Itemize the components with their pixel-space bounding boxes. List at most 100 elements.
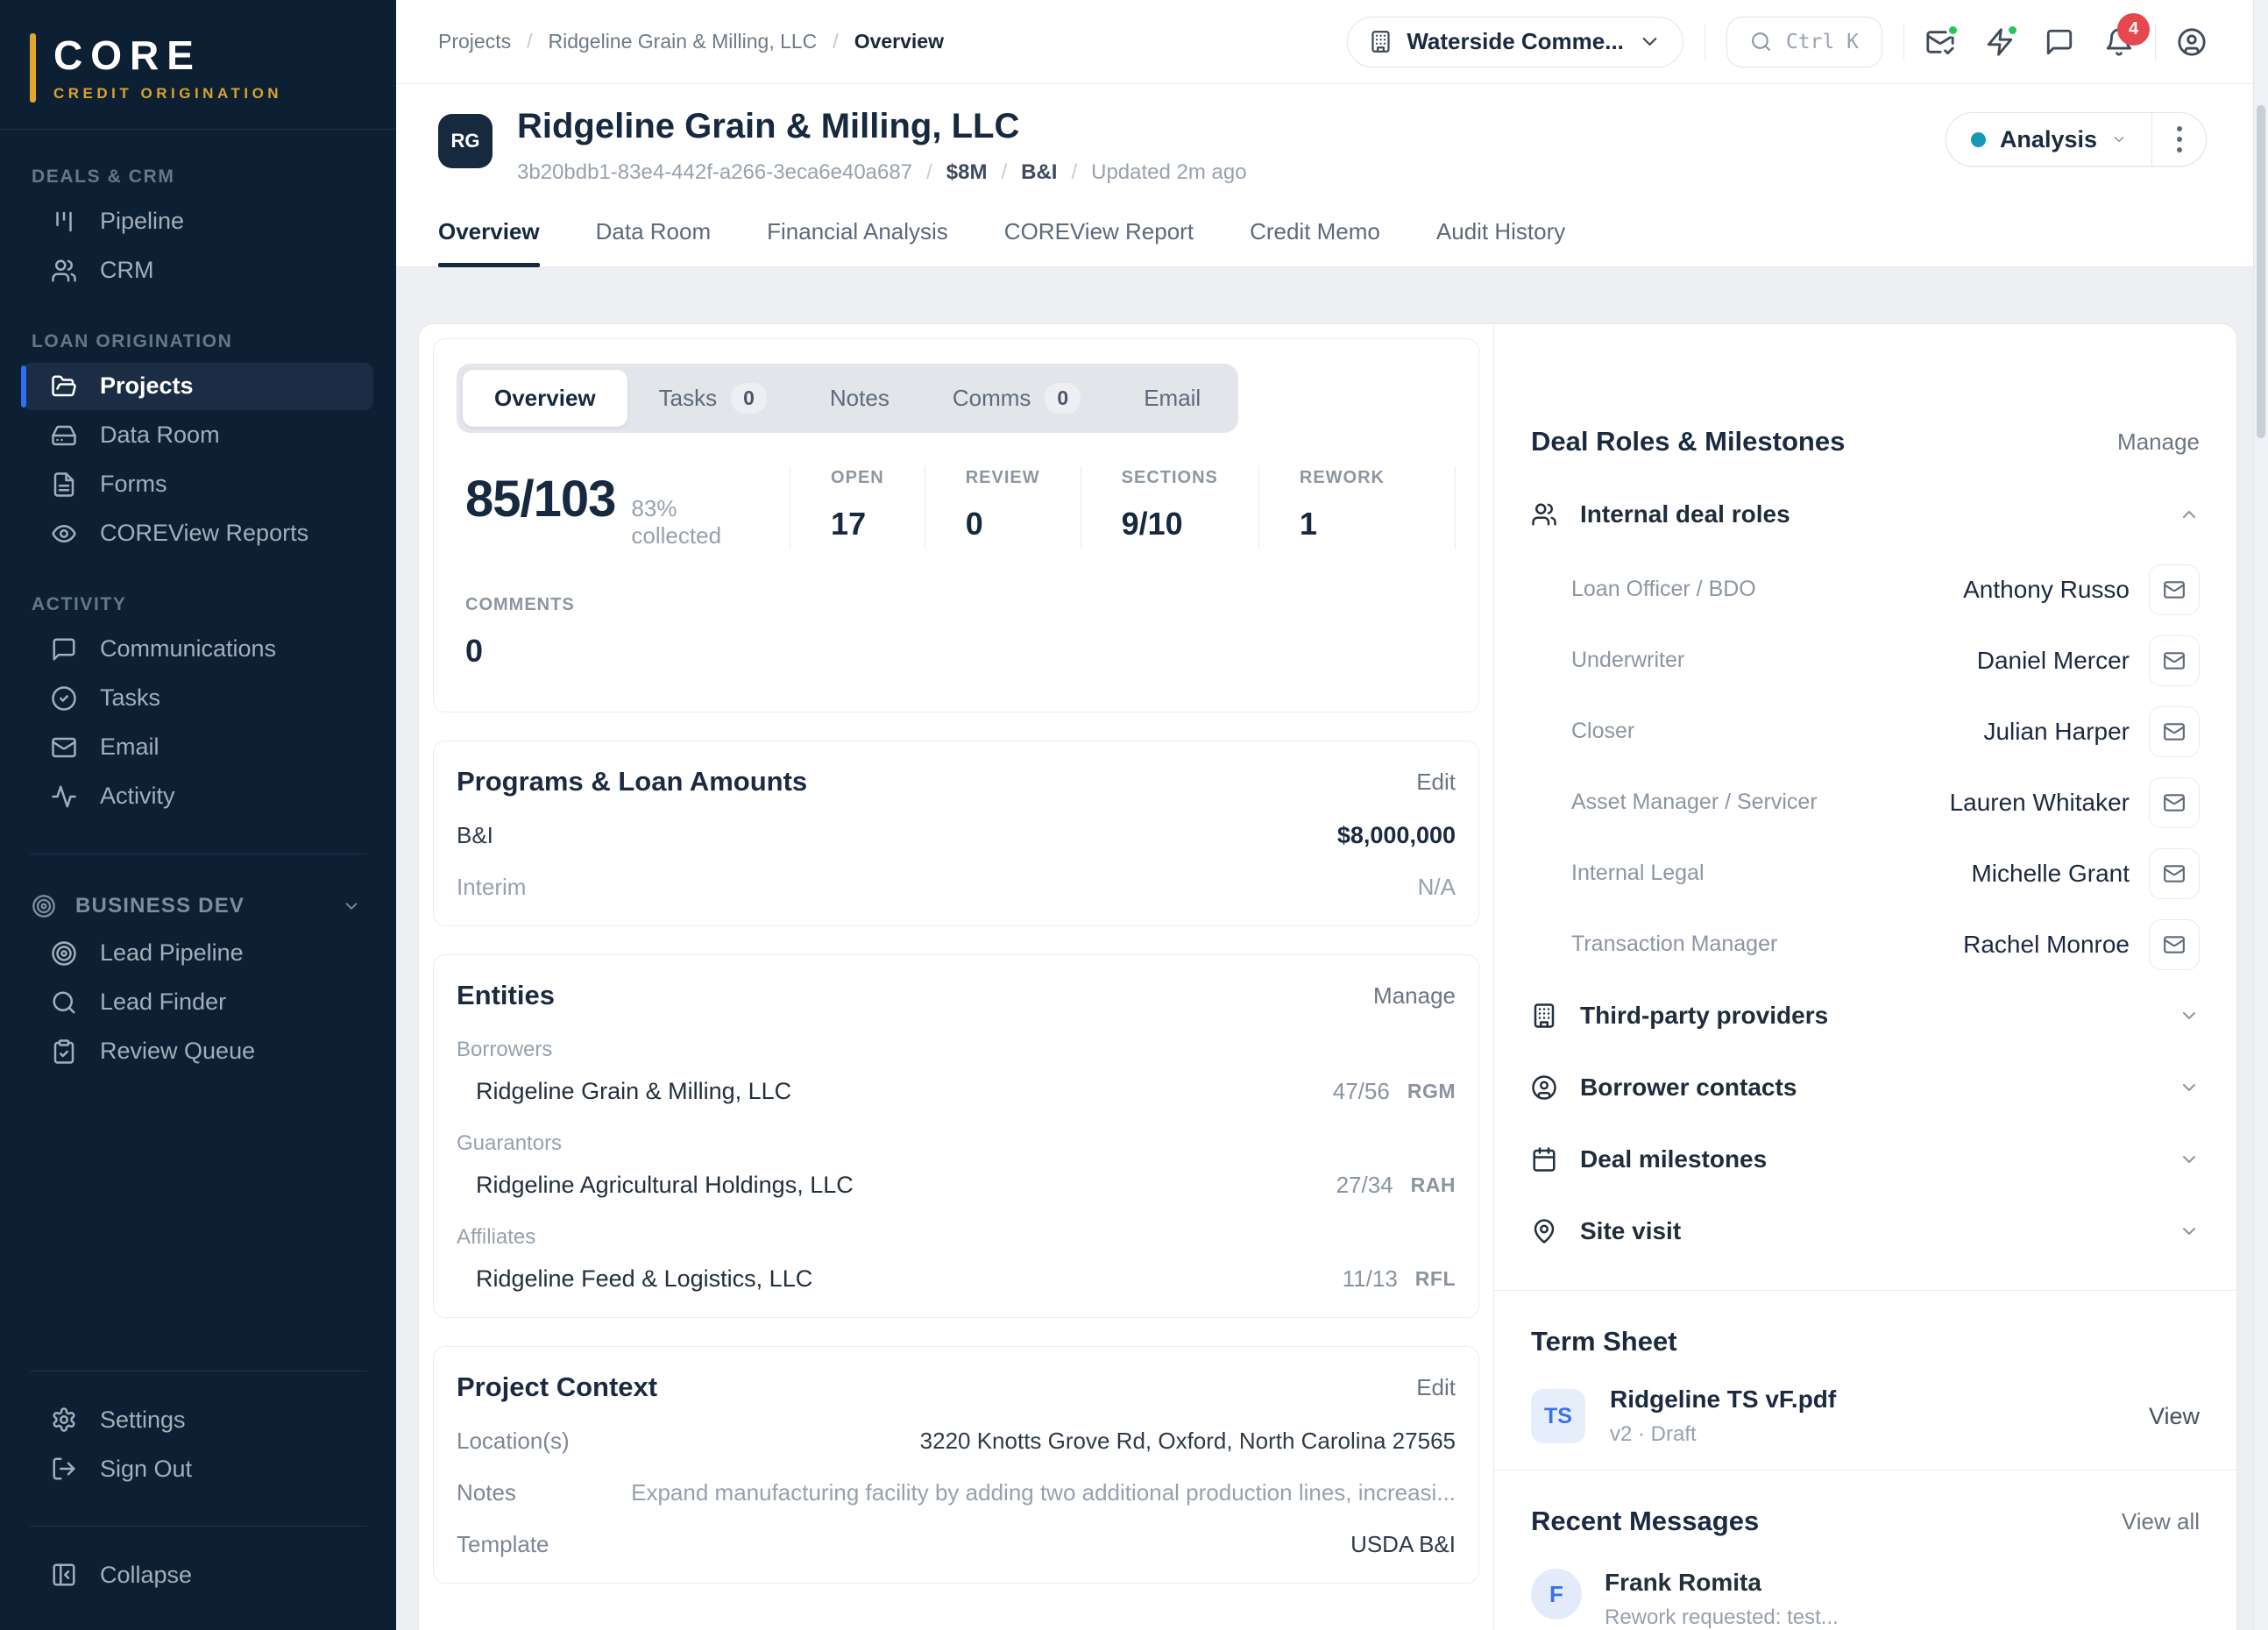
internal-deal-roles-toggle[interactable]: Internal deal roles [1531,478,2200,550]
mail-icon [2163,862,2186,885]
edit-context-link[interactable]: Edit [1416,1374,1456,1401]
sidebar-item-label: Pipeline [100,208,184,235]
context-label: Notes [457,1479,516,1506]
status-label: Analysis [2000,126,2097,153]
org-switcher[interactable]: Waterside Comme... [1347,17,1683,67]
role-label: Loan Officer / BDO [1531,577,1756,602]
tab-credit-memo[interactable]: Credit Memo [1250,218,1380,266]
tab-coreview-report[interactable]: COREView Report [1004,218,1194,266]
chat-button[interactable] [2045,27,2074,57]
project-program: B&I [1021,160,1057,185]
scrollbar-thumb[interactable] [2257,105,2265,438]
entity-doc-count: 47/56 [1333,1078,1390,1105]
page-scrollbar[interactable] [2253,0,2268,1630]
email-role-button[interactable] [2149,706,2200,757]
breadcrumb-project-name[interactable]: Ridgeline Grain & Milling, LLC [548,30,817,53]
sidebar-item-forms[interactable]: Forms [23,461,373,508]
third-party-providers-toggle[interactable]: Third-party providers [1531,980,2200,1052]
meta-separator: / [1001,160,1007,185]
inbox-button[interactable] [1925,27,1955,57]
email-role-button[interactable] [2149,848,2200,899]
email-role-button[interactable] [2149,777,2200,828]
view-term-sheet-link[interactable]: View [2149,1403,2200,1430]
user-menu-button[interactable] [2177,27,2207,57]
subtab-comms[interactable]: Comms 0 [921,370,1112,427]
sidebar-item-projects[interactable]: Projects [23,363,373,410]
recent-messages-title: Recent Messages [1531,1506,1759,1537]
sidebar-item-lead-finder[interactable]: Lead Finder [23,979,373,1026]
subtab-notes[interactable]: Notes [798,370,921,427]
manage-entities-link[interactable]: Manage [1373,982,1456,1010]
business-dev-label: BUSINESS DEV [75,894,245,918]
chevron-down-icon [1638,30,1662,53]
sidebar-footer: Settings Sign Out Collapse [23,1337,373,1598]
sidebar-item-collapse[interactable]: Collapse [23,1551,373,1598]
sidebar-item-label: Data Room [100,422,220,449]
sidebar-item-sign-out[interactable]: Sign Out [23,1445,373,1492]
subtab-label: Comms [953,385,1031,412]
subtab-overview[interactable]: Overview [463,370,627,427]
breadcrumb-projects[interactable]: Projects [438,30,511,53]
sidebar-item-label: Sign Out [100,1456,192,1483]
sidebar-item-label: Activity [100,783,175,810]
edit-programs-link[interactable]: Edit [1416,769,1456,796]
tab-overview[interactable]: Overview [438,218,540,266]
tab-data-room[interactable]: Data Room [596,218,712,266]
automations-button[interactable] [1985,27,2015,57]
project-actions-menu-button[interactable] [2151,113,2206,166]
email-role-button[interactable] [2149,919,2200,970]
chevron-down-icon [2179,1077,2200,1098]
stat-rework: REWORK 1 [1258,466,1456,549]
folder-open-icon [51,373,77,400]
borrower-contacts-toggle[interactable]: Borrower contacts [1531,1052,2200,1123]
manage-roles-link[interactable]: Manage [2117,429,2200,456]
sidebar-item-tasks[interactable]: Tasks [23,675,373,722]
notifications-button[interactable]: 4 [2104,27,2134,57]
program-label: B&I [457,822,493,849]
status-dropdown[interactable]: Analysis [1946,126,2151,153]
sidebar-item-crm[interactable]: CRM [23,247,373,294]
content-area: Overview Tasks 0 Notes Comms 0 [396,267,2268,1630]
sidebar: CORE CREDIT ORIGINATION DEALS & CRM Pipe… [0,0,396,1630]
sidebar-item-review-queue[interactable]: Review Queue [23,1028,373,1075]
sidebar-item-data-room[interactable]: Data Room [23,412,373,459]
stat-label: REVIEW [966,468,1040,488]
sidebar-item-email[interactable]: Email [23,724,373,771]
site-visit-toggle[interactable]: Site visit [1531,1195,2200,1267]
message-list-item[interactable]: F Frank Romita Rework requested: test... [1531,1569,2200,1630]
app-root: CORE CREDIT ORIGINATION DEALS & CRM Pipe… [0,0,2268,1630]
sidebar-item-communications[interactable]: Communications [23,626,373,673]
sidebar-item-settings[interactable]: Settings [23,1396,373,1443]
section-title: Project Context [457,1371,657,1403]
sidebar-item-coreview-reports[interactable]: COREView Reports [23,510,373,557]
tab-financial-analysis[interactable]: Financial Analysis [767,218,948,266]
sidebar-item-pipeline[interactable]: Pipeline [23,198,373,245]
role-label: Closer [1531,719,1634,744]
search-shortcut: Ctrl K [1786,31,1859,53]
mail-icon [2163,791,2186,814]
stat-label: REWORK [1300,468,1385,488]
entity-row[interactable]: Ridgeline Grain & Milling, LLC 47/56 RGM [457,1078,1456,1105]
sidebar-group-business-dev[interactable]: BUSINESS DEV [23,884,373,928]
sidebar-item-activity[interactable]: Activity [23,773,373,820]
sidebar-item-label: Communications [100,635,276,663]
view-all-messages-link[interactable]: View all [2122,1508,2200,1535]
search-input[interactable]: Ctrl K [1726,17,1882,67]
subtab-email[interactable]: Email [1112,370,1232,427]
entity-row[interactable]: Ridgeline Agricultural Holdings, LLC 27/… [457,1172,1456,1199]
stat-review: REVIEW 0 [925,466,1081,549]
tab-audit-history[interactable]: Audit History [1436,218,1565,266]
email-role-button[interactable] [2149,635,2200,686]
logout-icon [51,1456,77,1482]
email-role-button[interactable] [2149,564,2200,615]
sidebar-item-lead-pipeline[interactable]: Lead Pipeline [23,930,373,977]
sidebar-item-label: Settings [100,1407,186,1434]
building-icon [1531,1003,1557,1029]
entity-name: Ridgeline Grain & Milling, LLC [457,1078,791,1105]
deal-milestones-toggle[interactable]: Deal milestones [1531,1123,2200,1195]
subtab-label: Overview [494,385,596,412]
entity-row[interactable]: Ridgeline Feed & Logistics, LLC 11/13 RF… [457,1265,1456,1293]
subtab-tasks[interactable]: Tasks 0 [627,370,798,427]
automations-status-dot [2006,24,2019,37]
stat-label: COMMENTS [465,595,1456,615]
